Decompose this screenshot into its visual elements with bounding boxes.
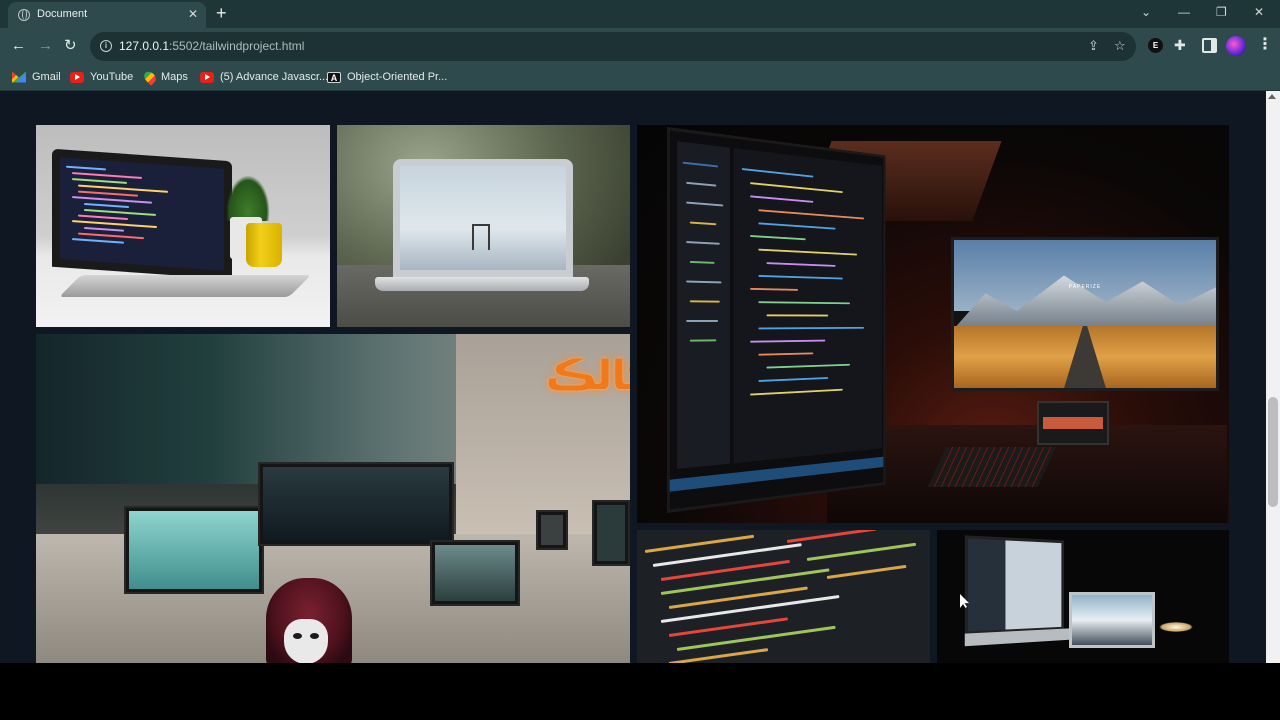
bookmark-advance-javascript[interactable]: (5) Advance Javascr...: [200, 68, 328, 86]
close-tab-icon[interactable]: ✕: [188, 7, 198, 21]
tab-search-icon[interactable]: ⌄: [1141, 5, 1151, 19]
bookmark-label: (5) Advance Javascr...: [220, 71, 329, 83]
office-hacker-photo: ڪالڪ: [36, 334, 630, 663]
dark-desk-monitors-photo: [937, 530, 1229, 663]
laptop-outdoors-photo: [337, 125, 630, 327]
gmail-icon: [12, 71, 26, 83]
maps-icon: [141, 68, 159, 86]
anonymous-mask: [284, 619, 328, 663]
back-button[interactable]: ←: [11, 37, 26, 55]
bookmark-maps[interactable]: Maps: [141, 68, 188, 86]
address-bar[interactable]: i 127.0.0.1:5502/tailwindproject.html ⇪ …: [90, 32, 1136, 61]
tab-strip: Document ✕ + ⌄ — ❐ ✕: [0, 0, 1280, 28]
extension-e-icon[interactable]: E: [1148, 38, 1163, 53]
more-menu-icon[interactable]: ⋮: [1257, 36, 1273, 54]
tab-document[interactable]: Document ✕: [8, 2, 206, 28]
youtube-icon: [200, 71, 214, 83]
neon-sign: ڪالڪ: [546, 354, 630, 398]
code-closeup-photo: [637, 530, 930, 663]
bookmark-youtube[interactable]: YouTube: [70, 68, 133, 86]
profile-avatar[interactable]: [1226, 36, 1246, 56]
share-icon[interactable]: ⇪: [1088, 38, 1099, 54]
browser-toolbar: ← → ↻ i 127.0.0.1:5502/tailwindproject.h…: [0, 28, 1280, 65]
globe-icon: [18, 9, 30, 21]
bookmark-label: Gmail: [32, 71, 61, 83]
bookmark-label: Object-Oriented Pr...: [347, 71, 448, 83]
bookmark-gmail[interactable]: Gmail: [12, 68, 61, 86]
scroll-up-arrow-icon[interactable]: [1268, 94, 1276, 99]
laptop-white-desk-photo: [36, 125, 330, 327]
page-viewport: PAPERIZE ڪالڪ: [0, 91, 1280, 663]
reload-button[interactable]: ↻: [64, 37, 77, 55]
extensions-puzzle-icon[interactable]: ✚: [1174, 37, 1189, 53]
bookmark-label: YouTube: [90, 71, 134, 83]
close-window-button[interactable]: ✕: [1254, 5, 1264, 19]
vertical-scrollbar[interactable]: [1266, 91, 1280, 663]
bookmark-label: Maps: [161, 71, 188, 83]
a-logo-icon: A: [327, 71, 341, 83]
youtube-icon: [70, 71, 84, 83]
tab-title: Document: [37, 8, 88, 20]
monitor-text: PAPERIZE: [1068, 284, 1102, 291]
bookmark-object-oriented[interactable]: A Object-Oriented Pr...: [327, 68, 447, 86]
minimize-button[interactable]: —: [1178, 5, 1190, 19]
address-url[interactable]: 127.0.0.1:5502/tailwindproject.html: [119, 39, 304, 53]
dual-monitor-setup-photo: PAPERIZE: [637, 125, 1229, 523]
letterbox-bar: [0, 663, 1280, 720]
new-tab-button[interactable]: +: [216, 4, 227, 22]
bookmark-star-icon[interactable]: ☆: [1114, 38, 1126, 54]
bookmarks-bar: Gmail YouTube Maps (5) Advance Javascr..…: [0, 65, 1280, 91]
forward-button[interactable]: →: [38, 37, 53, 55]
site-info-icon[interactable]: i: [100, 40, 112, 52]
scrollbar-thumb[interactable]: [1268, 397, 1278, 507]
restore-button[interactable]: ❐: [1216, 5, 1227, 19]
side-panel-icon[interactable]: [1202, 38, 1217, 53]
